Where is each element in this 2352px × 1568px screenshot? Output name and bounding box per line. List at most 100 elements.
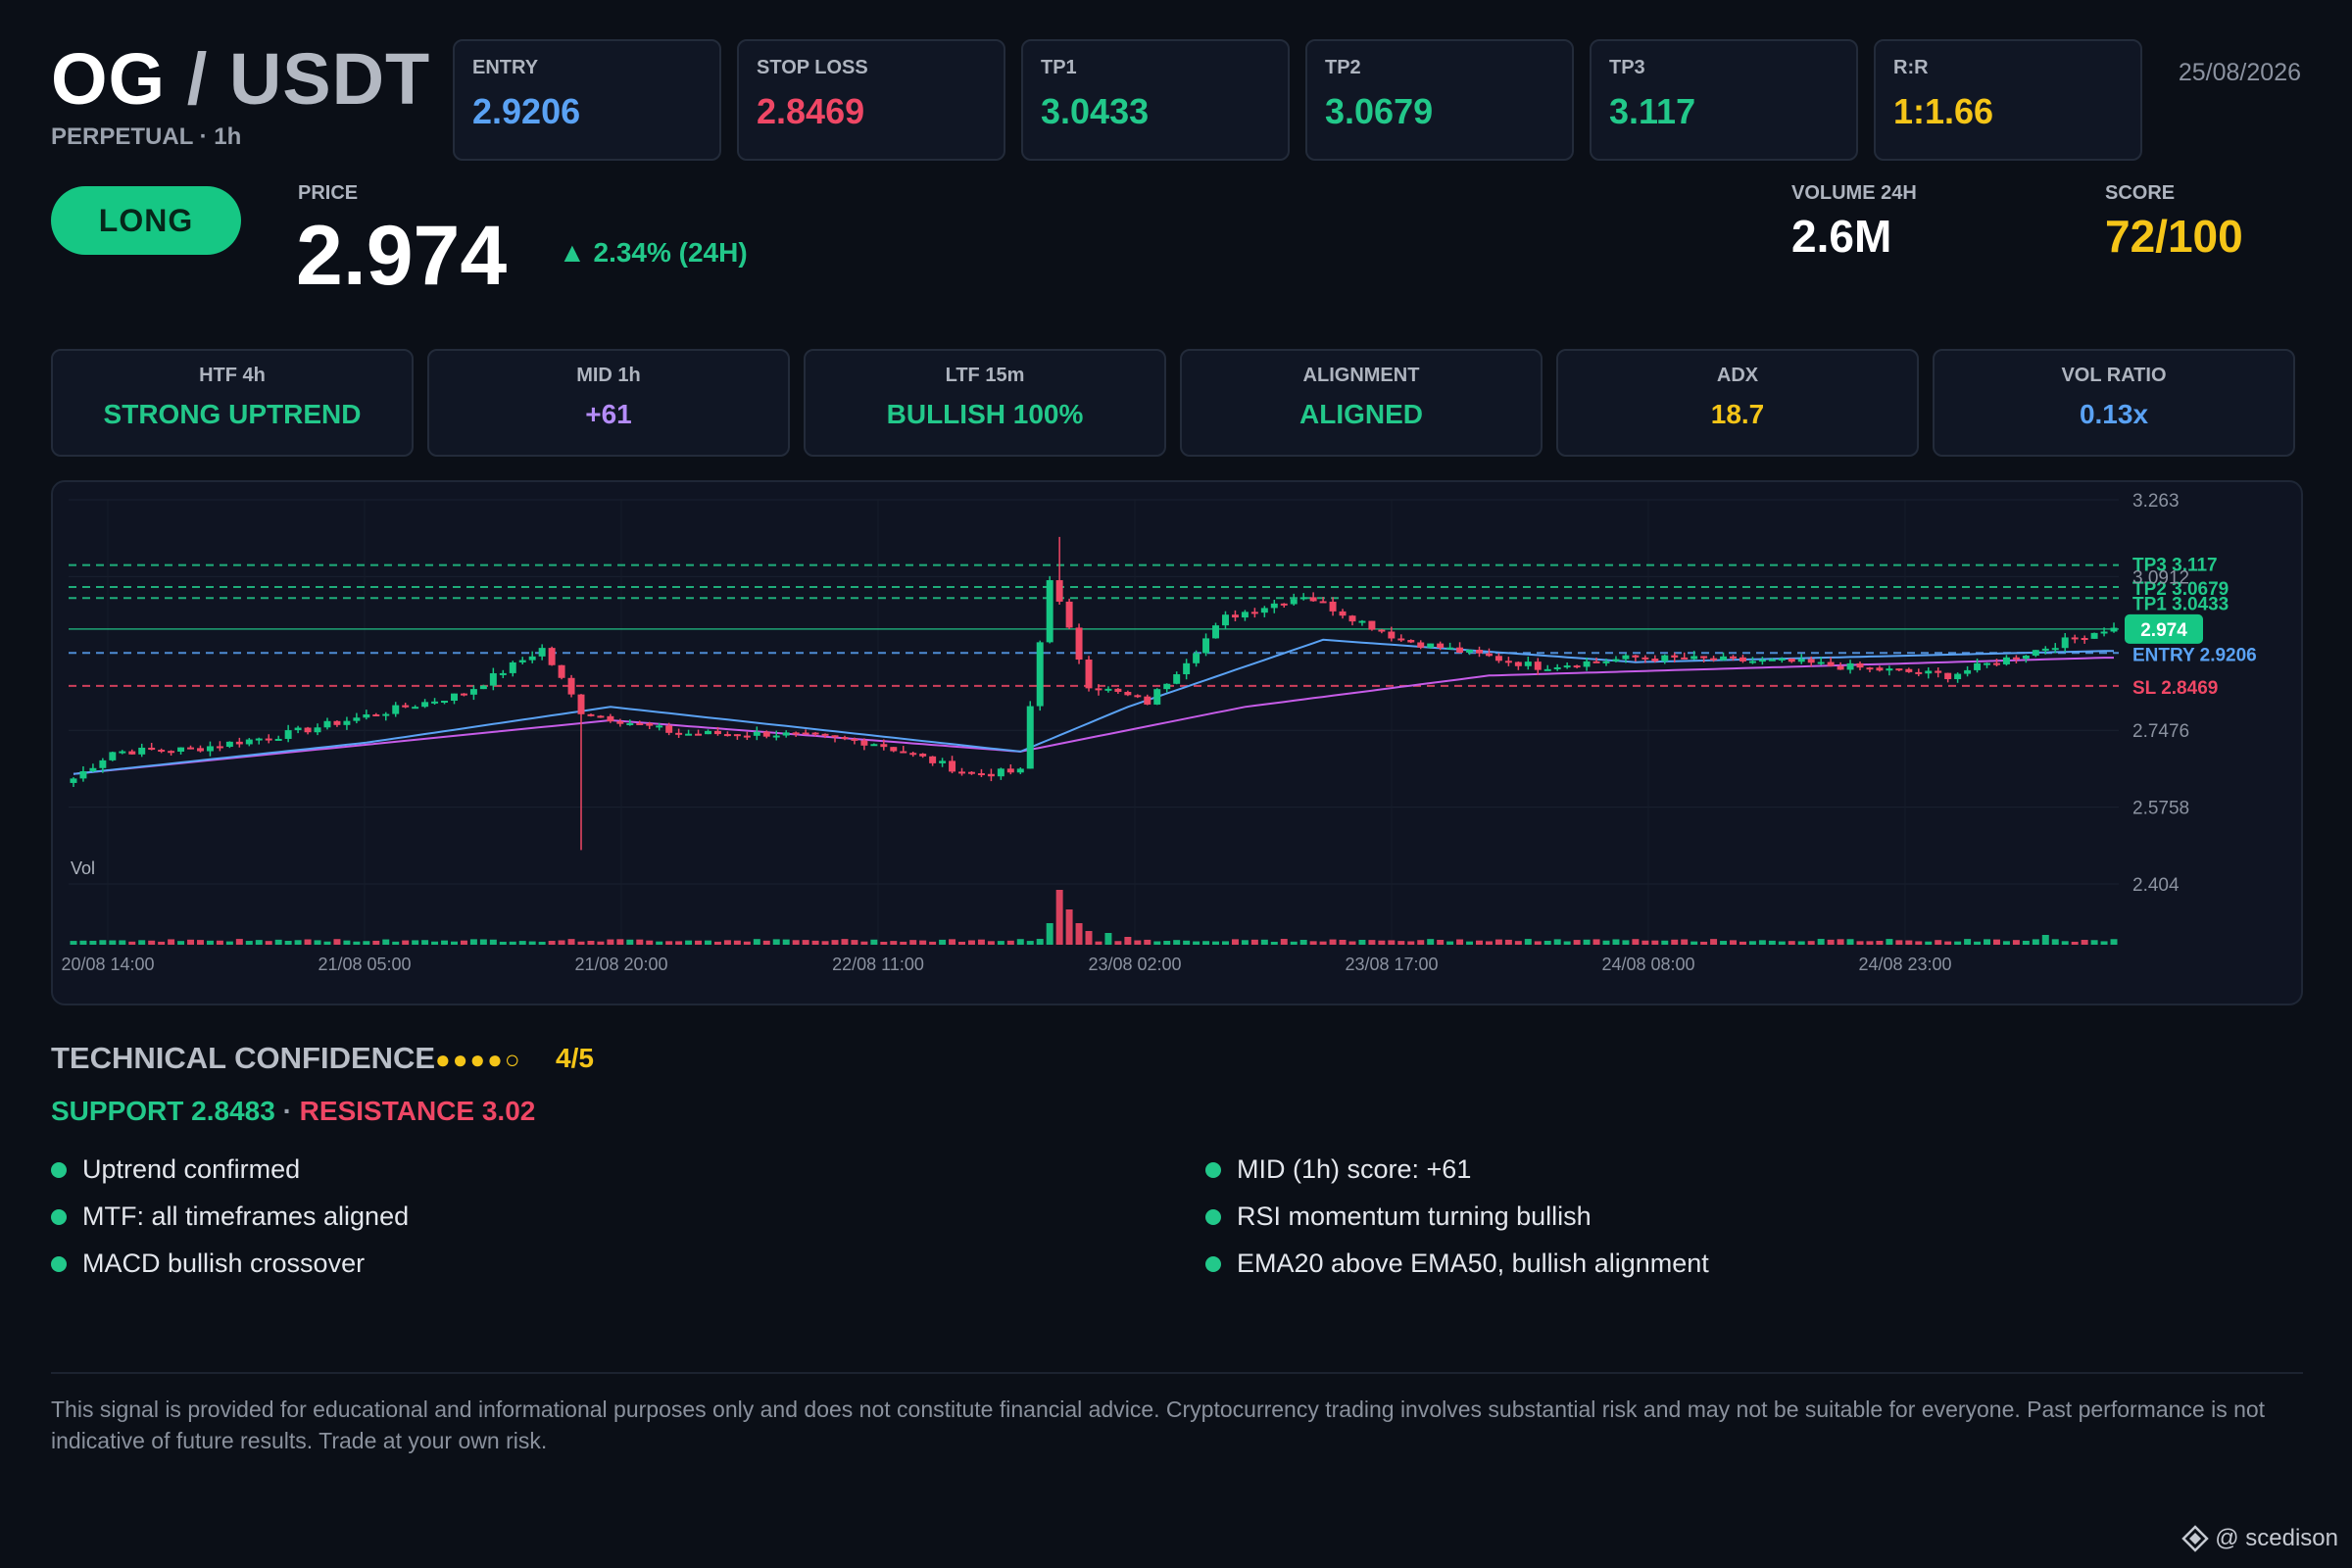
volume-bar <box>451 941 458 945</box>
candle-body <box>70 778 77 783</box>
volume-bar <box>1925 941 1933 945</box>
volume-bar <box>1553 939 1561 945</box>
bullet-dot-icon <box>51 1208 67 1225</box>
candle-body <box>1797 659 1805 662</box>
pair-base: OG <box>51 38 167 120</box>
volume-bar <box>1895 940 1903 945</box>
volume-bar <box>1124 937 1132 945</box>
candle-body <box>1984 662 1991 665</box>
ema-fast-line <box>73 638 2114 775</box>
candle-body <box>274 738 282 741</box>
candle-body <box>1583 661 1591 667</box>
candle-body <box>1221 614 1229 626</box>
candle-body <box>265 738 272 741</box>
candle-body <box>1671 655 1679 658</box>
candle-body <box>119 751 126 754</box>
volume-bar <box>1231 939 1239 945</box>
candle-body <box>1856 662 1864 668</box>
volume-bar <box>1260 939 1268 945</box>
volume-bar <box>1710 939 1718 945</box>
volume-bar <box>705 940 711 945</box>
candle-body <box>363 714 370 718</box>
candle-body <box>89 767 97 771</box>
volume-bar <box>1944 941 1952 945</box>
volume-bar <box>1388 940 1396 945</box>
volume-bar <box>284 940 292 945</box>
volume-bar <box>743 941 751 945</box>
volume-bar <box>636 939 644 945</box>
volume-bar <box>479 939 487 945</box>
volume-bar <box>216 940 223 945</box>
volume-bar <box>235 939 243 945</box>
volume-bar <box>1846 939 1854 945</box>
volume-bar <box>1651 940 1659 945</box>
candle-body <box>1915 671 1923 674</box>
volume-bar <box>294 940 302 945</box>
candle-body <box>1778 658 1786 661</box>
candle-body <box>860 740 868 746</box>
candle-body <box>636 722 644 725</box>
bullet-dot-icon <box>1205 1161 1221 1178</box>
candle-body <box>343 720 351 725</box>
candle-body <box>1710 658 1718 661</box>
x-tick-label: 22/08 11:00 <box>832 955 924 974</box>
volume-bar <box>196 940 204 945</box>
confidence-dots: ●●●●○ <box>435 1045 522 1074</box>
candle-body <box>1114 688 1122 692</box>
candle-body <box>1026 706 1034 769</box>
volume-bar <box>2012 940 2020 945</box>
volume-bar <box>1036 939 1044 945</box>
volume-bar <box>597 941 605 945</box>
volume-bar <box>538 941 546 945</box>
volume-bar <box>607 939 614 945</box>
candle-body <box>567 677 575 695</box>
metric-label: TP1 <box>1041 57 1077 78</box>
volume-bar <box>997 941 1004 945</box>
volume-bar <box>1437 940 1445 945</box>
volume-value: 2.6M <box>1791 211 1892 262</box>
volume-bar <box>753 939 760 945</box>
volume-bar <box>841 939 849 945</box>
volume-bar <box>1329 939 1337 945</box>
candle-body <box>1339 611 1347 616</box>
volume-bar <box>1309 941 1317 945</box>
candle-body <box>1622 655 1630 660</box>
candle-body <box>1163 683 1171 690</box>
price-chart[interactable]: TP3 3.117TP2 3.0679TP1 3.0433ENTRY 2.920… <box>51 480 2303 1005</box>
candle-body <box>1446 647 1454 650</box>
candle-body <box>196 748 204 752</box>
candle-body <box>762 731 770 737</box>
candle-body <box>743 735 751 738</box>
candle-body <box>177 747 185 752</box>
candle-body <box>665 725 673 733</box>
volume-bar <box>675 941 683 945</box>
volume-bar <box>616 939 624 945</box>
volume-bar <box>1758 940 1766 945</box>
volume-bar <box>460 940 467 945</box>
candle-body <box>597 715 605 718</box>
candle-body <box>1544 668 1551 671</box>
volume-bar <box>1055 890 1063 945</box>
volume-bar <box>949 939 956 945</box>
volume-bar <box>119 940 126 945</box>
volume-bar <box>177 941 185 945</box>
volume-bar <box>1583 939 1591 945</box>
direction-badge: LONG <box>51 186 241 255</box>
volume-bar <box>1748 941 1756 945</box>
bullet-item: MTF: all timeframes aligned <box>51 1201 409 1232</box>
candle-body <box>1534 662 1542 670</box>
volume-bar <box>333 939 341 945</box>
candle-body <box>1925 670 1933 674</box>
volume-bar <box>2051 939 2059 945</box>
volume-bar <box>2022 940 2030 945</box>
volume-bar <box>1992 939 2000 945</box>
candle-body <box>558 664 565 678</box>
volume-bar <box>900 941 907 945</box>
volume-bar <box>1827 939 1835 945</box>
candle-body <box>880 744 888 748</box>
volume-bar <box>1720 941 1728 945</box>
candle-body <box>382 713 390 716</box>
candle-body <box>1886 668 1893 671</box>
volume-bar <box>99 940 107 945</box>
volume-bar <box>1280 939 1288 945</box>
